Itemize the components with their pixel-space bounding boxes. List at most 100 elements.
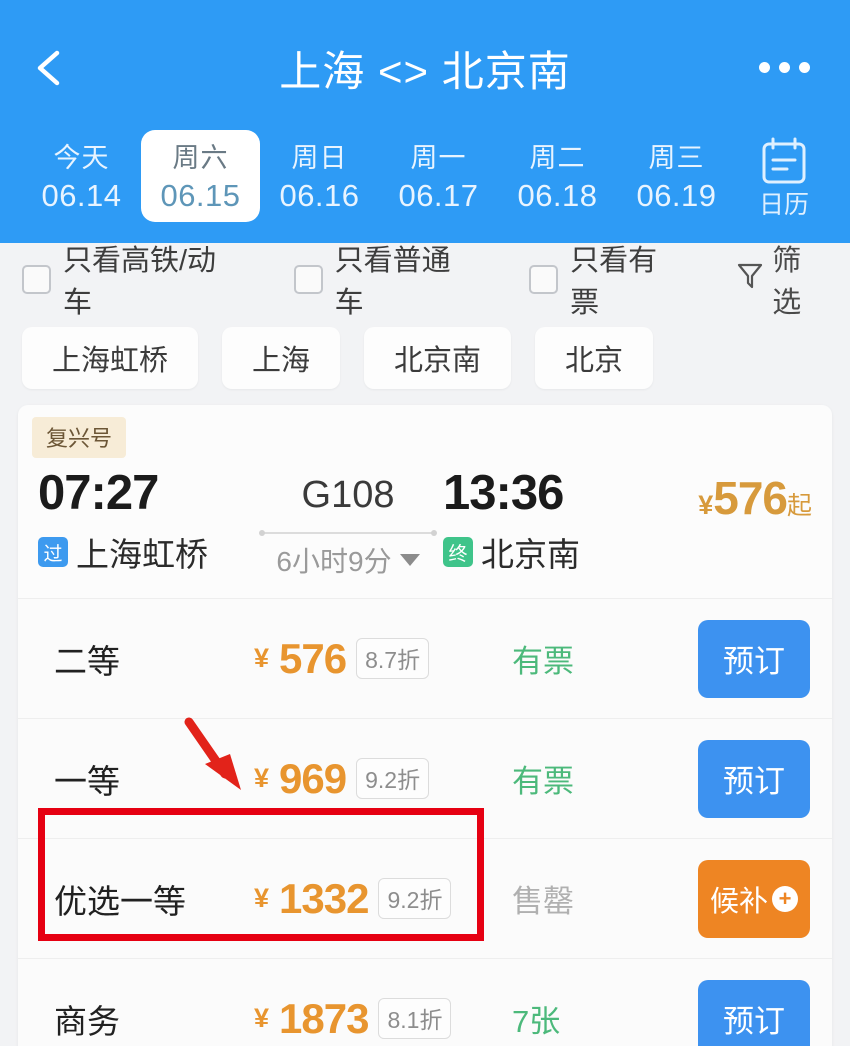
checkbox-normal-train-only[interactable]: 只看普通车 [293, 237, 475, 321]
seat-price-currency: ¥ [254, 643, 270, 673]
date-weekday: 周六 [172, 143, 229, 173]
waitlist-label: 候补 [709, 885, 768, 918]
date-number: 06.15 [160, 178, 241, 213]
seat-price-currency: ¥ [254, 763, 270, 793]
pass-station-badge: 过 [38, 537, 68, 567]
checkbox-label: 只看普通车 [334, 245, 451, 319]
station-chip-2[interactable]: 北京南 [364, 327, 512, 389]
train-number-block: G108 6小时9分 [253, 462, 443, 580]
station-chip-3[interactable]: 北京 [535, 327, 654, 389]
seat-price-block: ¥1873 8.1折 [254, 995, 504, 1043]
departure-block: 07:27 过 上海虹桥 [38, 462, 253, 576]
seat-class-name: 一等 [54, 762, 120, 800]
duration-toggle[interactable]: 6小时9分 [253, 540, 443, 580]
date-item-5[interactable]: 周三 06.19 [617, 130, 736, 222]
calendar-label: 日历 [758, 191, 809, 219]
date-number: 06.14 [41, 178, 122, 213]
date-weekday: 周三 [648, 143, 705, 173]
seat-class-name: 二等 [54, 642, 120, 680]
checkbox-icon[interactable] [293, 264, 323, 294]
seat-class-list: 二等 ¥576 8.7折 有票 预订 一等 ¥969 9.2折 有票 预订 优选… [18, 598, 832, 1046]
date-number: 06.18 [517, 178, 598, 213]
seat-price-amount: 1332 [279, 874, 369, 922]
lowest-price-amount: 576 [713, 472, 788, 524]
seat-price-block: ¥1332 9.2折 [254, 875, 504, 923]
filter-bar: 只看高铁/动车 只看普通车 只看有票 筛选 [0, 243, 850, 319]
train-search-screen: 上海 <> 北京南 今天 06.14 周六 06.15 周日 06.16 周一 … [0, 0, 850, 1046]
waitlist-button[interactable]: 候补 + [698, 859, 810, 938]
date-number: 06.16 [279, 178, 360, 213]
train-card[interactable]: 复兴号 07:27 过 上海虹桥 G108 6小时9分 13:36 终 北京南 … [18, 405, 832, 1046]
discount-badge: 9.2折 [378, 878, 452, 919]
duration-text: 6小时9分 [276, 546, 392, 577]
seat-price-currency: ¥ [254, 1003, 270, 1033]
arrival-station-name: 北京南 [481, 536, 580, 573]
seat-row-first-class[interactable]: 一等 ¥969 9.2折 有票 预订 [18, 718, 832, 838]
more-options-button[interactable] [759, 62, 810, 73]
date-item-4[interactable]: 周二 06.18 [498, 130, 617, 222]
checkbox-high-speed-only[interactable]: 只看高铁/动车 [22, 237, 240, 321]
date-selector: 今天 06.14 周六 06.15 周日 06.16 周一 06.17 周二 0… [0, 130, 850, 238]
arrival-block: 13:36 终 北京南 [443, 462, 658, 576]
app-header: 上海 <> 北京南 今天 06.14 周六 06.15 周日 06.16 周一 … [0, 0, 850, 243]
date-number: 06.17 [398, 178, 479, 213]
seat-availability: 有票 [512, 764, 574, 799]
date-weekday: 周日 [291, 143, 348, 173]
filter-button[interactable]: 筛选 [736, 237, 828, 321]
seat-price-currency: ¥ [254, 883, 270, 913]
date-item-2[interactable]: 周日 06.16 [260, 130, 379, 222]
funnel-icon [736, 260, 764, 298]
chevron-down-icon [399, 554, 420, 566]
station-chip-1[interactable]: 上海 [222, 327, 341, 389]
seat-row-premium-first-class[interactable]: 优选一等 ¥1332 9.2折 售罄 候补 + [18, 838, 832, 958]
discount-badge: 8.1折 [378, 998, 452, 1039]
plus-circle-icon: + [772, 885, 798, 912]
route-line [259, 530, 437, 536]
back-button[interactable] [28, 46, 72, 90]
train-number: G108 [301, 474, 395, 516]
calendar-button[interactable]: 日历 [736, 130, 832, 220]
seat-price-amount: 969 [279, 754, 347, 802]
book-button[interactable]: 预订 [698, 619, 810, 698]
discount-badge: 8.7折 [356, 638, 430, 679]
page-title: 上海 <> 北京南 [279, 47, 571, 95]
checkbox-icon[interactable] [22, 264, 51, 294]
seat-row-business-class[interactable]: 商务 ¥1873 8.1折 7张 预订 [18, 958, 832, 1046]
arrival-station-line: 终 北京南 [443, 528, 658, 576]
date-item-3[interactable]: 周一 06.17 [379, 130, 498, 222]
book-button[interactable]: 预订 [698, 739, 810, 818]
lowest-price-block: ¥576起 [658, 462, 812, 536]
departure-station-line: 过 上海虹桥 [38, 528, 253, 576]
date-weekday: 周二 [529, 143, 586, 173]
seat-price-amount: 1873 [279, 994, 369, 1042]
seat-class-name: 商务 [54, 1002, 120, 1040]
arrival-time: 13:36 [443, 466, 564, 520]
calendar-icon [736, 136, 832, 188]
seat-class-name: 优选一等 [54, 882, 186, 920]
book-button[interactable]: 预订 [698, 979, 810, 1046]
station-chip-0[interactable]: 上海虹桥 [22, 327, 199, 389]
terminal-station-badge: 终 [443, 537, 473, 567]
filter-label: 筛选 [772, 245, 802, 319]
date-item-1[interactable]: 周六 06.15 [141, 130, 260, 222]
station-chip-row: 上海虹桥 上海 北京南 北京 [0, 315, 850, 405]
seat-availability: 有票 [512, 644, 574, 679]
price-from-suffix: 起 [786, 492, 812, 520]
departure-time: 07:27 [38, 466, 159, 520]
checkbox-has-ticket-only[interactable]: 只看有票 [529, 237, 682, 321]
seat-price-amount: 576 [279, 634, 347, 682]
nav-bar: 上海 <> 北京南 [0, 0, 850, 130]
seat-price-block: ¥969 9.2折 [254, 755, 504, 803]
date-item-0[interactable]: 今天 06.14 [22, 130, 141, 222]
date-number: 06.19 [636, 178, 717, 213]
checkbox-label: 只看高铁/动车 [63, 245, 217, 319]
seat-availability: 7张 [512, 1004, 561, 1039]
checkbox-label: 只看有票 [570, 245, 658, 319]
train-summary[interactable]: 07:27 过 上海虹桥 G108 6小时9分 13:36 终 北京南 ¥576… [18, 458, 832, 598]
seat-price-block: ¥576 8.7折 [254, 635, 504, 683]
seat-row-second-class[interactable]: 二等 ¥576 8.7折 有票 预订 [18, 598, 832, 718]
train-type-tag: 复兴号 [32, 417, 127, 458]
discount-badge: 9.2折 [356, 758, 430, 799]
checkbox-icon[interactable] [529, 264, 559, 294]
date-weekday: 今天 [53, 143, 110, 173]
